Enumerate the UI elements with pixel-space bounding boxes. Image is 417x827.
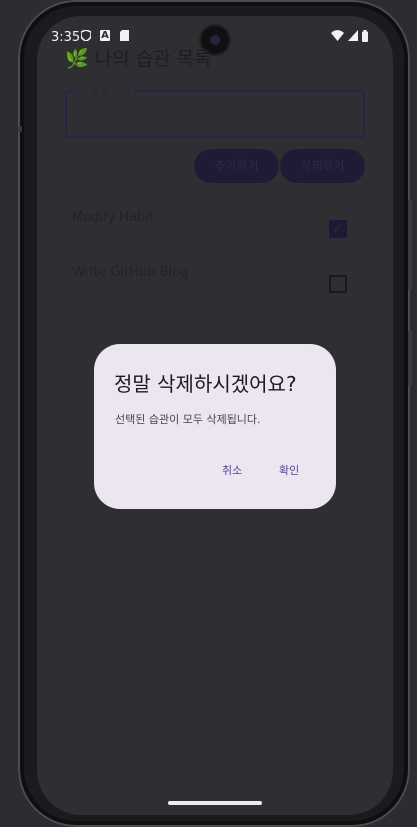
habit-label-1: Modify Habit [72,210,154,225]
dialog-cancel-button[interactable]: 취소 [222,462,242,478]
confirm-delete-dialog: 정말 삭제하시겠어요? 선택된 습관이 모두 삭제됩니다. 취소 확인 [94,344,336,509]
dialog-confirm-button[interactable]: 확인 [279,462,299,478]
gesture-nav-bar[interactable] [168,801,262,805]
habit-checkbox-2[interactable] [329,275,347,293]
dialog-title: 정말 삭제하시겠어요? [114,372,297,396]
new-habit-input-label: 새 습관 입력 [75,83,134,98]
screen: 3:35 A 🌿 나의 습관 목록 새 습관 입력 추가하기 삭제하기 Modi… [37,16,393,815]
delete-button[interactable]: 삭제하기 [280,149,365,183]
add-button[interactable]: 추가하기 [194,149,279,183]
habit-label-2: Write GitHub Blog [72,265,189,280]
side-button-volume [408,200,412,290]
wifi-icon [331,30,344,41]
dialog-message: 선택된 습관이 모두 삭제됩니다. [115,413,261,426]
a-icon: A [100,30,110,41]
signal-icon [348,30,358,41]
side-button-left [18,126,22,132]
battery-icon [362,30,368,42]
check-icon: ✓ [332,221,344,237]
page-title: 🌿 나의 습관 목록 [65,48,212,70]
shield-icon [80,29,92,42]
side-button-power [408,330,412,386]
status-time: 3:35 [51,30,81,45]
sd-card-icon [119,30,129,41]
habit-checkbox-1[interactable]: ✓ [329,220,347,238]
